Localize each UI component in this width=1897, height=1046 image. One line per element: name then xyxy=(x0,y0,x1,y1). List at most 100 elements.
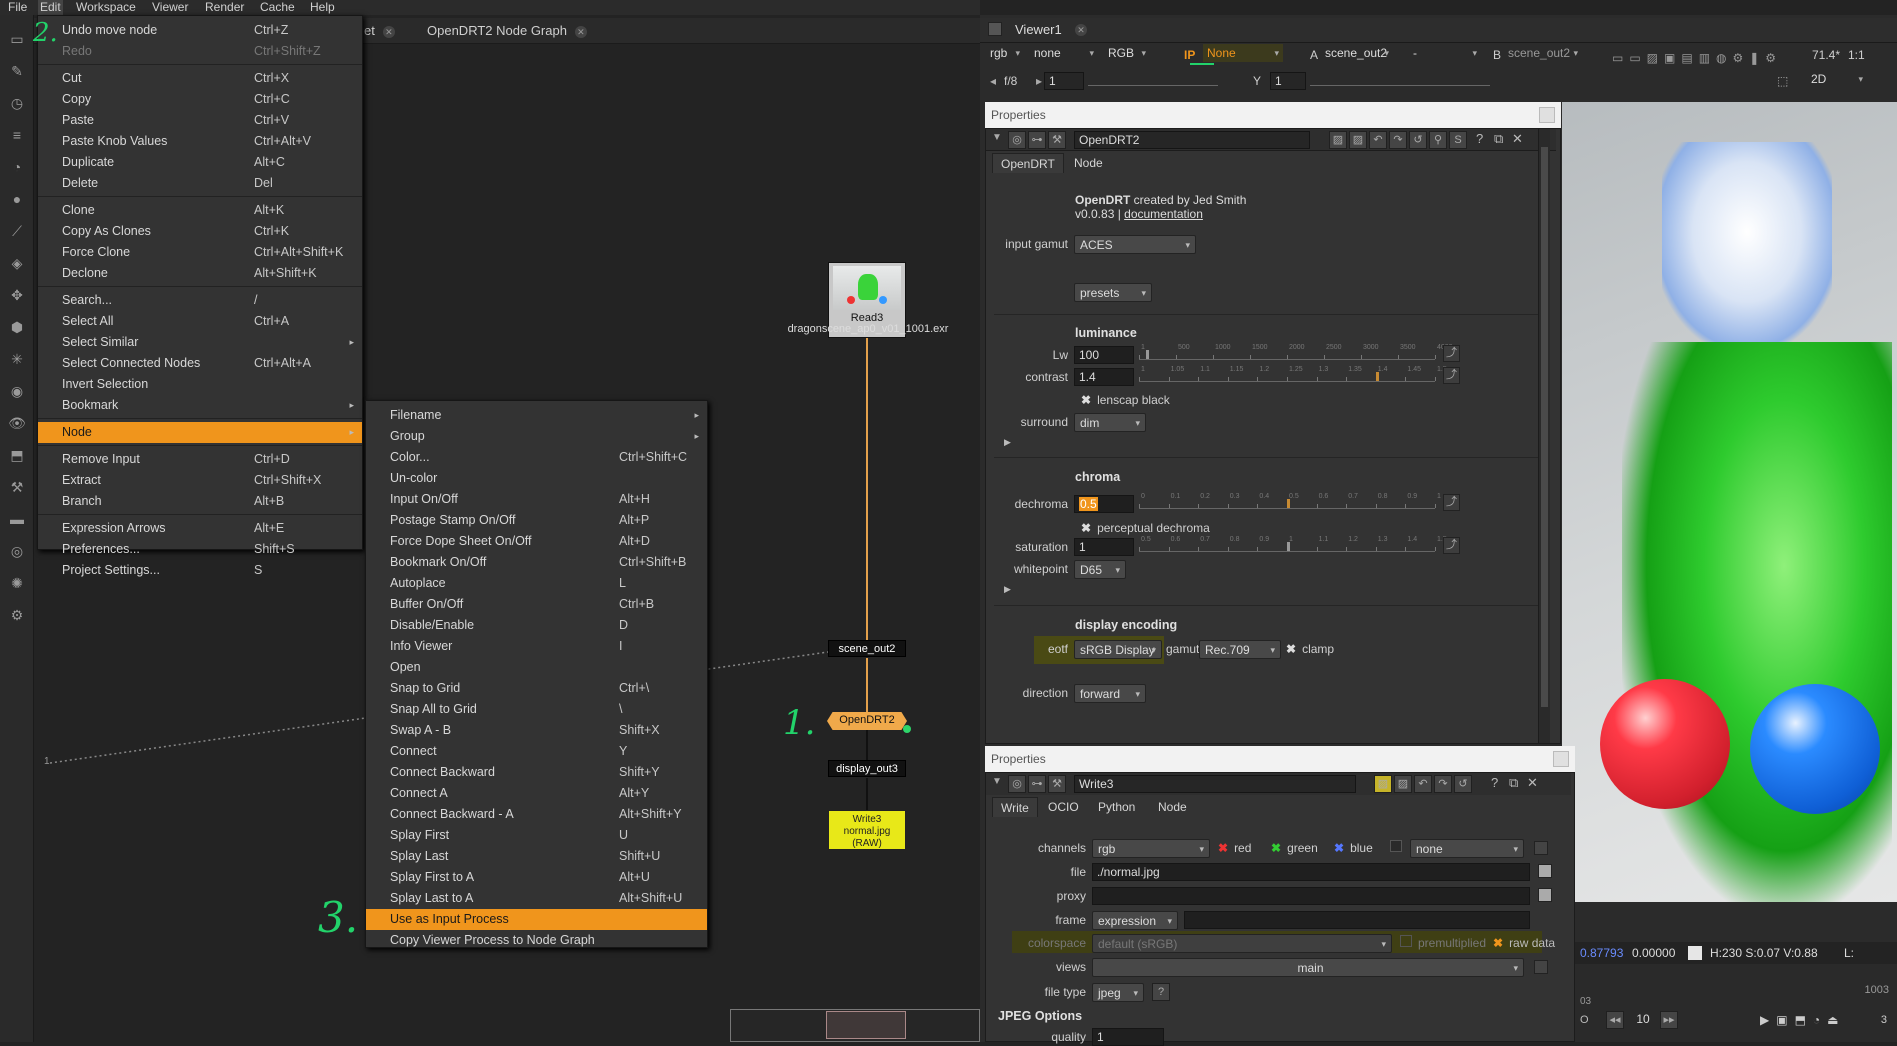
menu-item-select-connected-nodes[interactable]: Select Connected Nodes Ctrl+Alt+A xyxy=(38,353,362,374)
viewer-icon[interactable]: ◎ xyxy=(1008,131,1026,149)
menu-item-buffer-on-off[interactable]: Buffer On/Off Ctrl+B xyxy=(366,594,707,615)
menu-item-select-similar[interactable]: Select Similar ▸ xyxy=(38,332,362,353)
input-gamut-dropdown[interactable]: ACES xyxy=(1074,235,1196,254)
tab-previous[interactable]: et ✕ xyxy=(364,22,395,42)
curve-icon[interactable]: ⤴ xyxy=(1443,494,1460,511)
collapse-icon[interactable]: ▼ xyxy=(992,776,1002,787)
curve-icon[interactable]: ⤴ xyxy=(1443,367,1460,384)
pane-menu-icon[interactable] xyxy=(988,22,1002,36)
tab-node[interactable]: Node xyxy=(1066,153,1111,173)
menu-item-clone[interactable]: Clone Alt+K xyxy=(38,200,362,221)
menu-item-branch[interactable]: Branch Alt+B xyxy=(38,491,362,512)
color-icon[interactable]: ▨ xyxy=(1329,131,1347,149)
wrench-icon[interactable]: ⚒ xyxy=(1048,775,1066,793)
color-nodes-icon[interactable]: ◔ xyxy=(8,158,26,176)
premultiplied-checkbox[interactable] xyxy=(1400,935,1412,947)
script-icon[interactable]: S xyxy=(1449,131,1467,149)
dechroma-field[interactable]: 0.5 xyxy=(1074,495,1134,513)
playback-option-icons[interactable]: ▶▣⬒◔⏏ xyxy=(1760,1013,1846,1027)
gizmo-nodes-icon[interactable]: ✺ xyxy=(8,574,26,592)
expand-icon[interactable]: ▶ xyxy=(1004,584,1011,595)
views-dropdown[interactable]: main xyxy=(1092,958,1524,977)
transform-nodes-icon[interactable]: ✥ xyxy=(8,286,26,304)
pin-icon[interactable]: ⚲ xyxy=(1429,131,1447,149)
display-dropdown[interactable]: RGB xyxy=(1104,44,1150,62)
step-forward-icon[interactable]: ▸▸ xyxy=(1660,1011,1678,1029)
menu-item-swap-a-b[interactable]: Swap A - B Shift+X xyxy=(366,720,707,741)
menu-item-connect-a[interactable]: Connect A Alt+Y xyxy=(366,783,707,804)
saturation-field[interactable]: 1 xyxy=(1074,538,1134,556)
draw-nodes-icon[interactable]: ✎ xyxy=(8,62,26,80)
float-icon[interactable]: ⧉ xyxy=(1494,131,1503,147)
extra-channel-checkbox[interactable] xyxy=(1390,840,1402,852)
write-node[interactable]: Write3 normal.jpg (RAW) xyxy=(828,810,906,850)
menu-item-copy-viewer-process-to-node-graph[interactable]: Copy Viewer Process to Node Graph xyxy=(366,930,707,951)
file-type-dropdown[interactable]: jpeg xyxy=(1092,983,1144,1002)
extra-channel-dropdown[interactable]: none xyxy=(1410,839,1524,858)
slider-handle[interactable] xyxy=(1146,350,1150,359)
float-icon[interactable]: ⧉ xyxy=(1509,775,1518,791)
merge-nodes-icon[interactable]: ◈ xyxy=(8,254,26,272)
menu-item-autoplace[interactable]: Autoplace L xyxy=(366,573,707,594)
ab-op-dropdown[interactable]: - xyxy=(1409,44,1481,62)
close-icon[interactable]: ✕ xyxy=(1512,131,1523,147)
menu-item-force-dope-sheet-on-off[interactable]: Force Dope Sheet On/Off Alt+D xyxy=(366,531,707,552)
slider-handle[interactable] xyxy=(1287,542,1290,551)
menu-item-delete[interactable]: Delete Del xyxy=(38,173,362,194)
undo-icon[interactable]: ↶ xyxy=(1414,775,1432,793)
menu-item-expression-arrows[interactable]: Expression Arrows Alt+E xyxy=(38,518,362,539)
menu-help[interactable]: Help xyxy=(308,0,337,15)
menu-item-group[interactable]: Group ▸ xyxy=(366,426,707,447)
documentation-link[interactable]: documentation xyxy=(1124,207,1203,221)
opendrt-node[interactable]: OpenDRT2 xyxy=(827,712,907,730)
proxy-field[interactable] xyxy=(1092,887,1530,905)
undo-icon[interactable]: ↶ xyxy=(1369,131,1387,149)
menu-workspace[interactable]: Workspace xyxy=(74,0,138,15)
redo-icon[interactable]: ↷ xyxy=(1389,131,1407,149)
revert-icon[interactable]: ↺ xyxy=(1454,775,1472,793)
presets-dropdown[interactable]: presets xyxy=(1074,283,1152,302)
close-icon[interactable] xyxy=(1553,751,1569,767)
tab-node[interactable]: Node xyxy=(1150,797,1195,817)
input-process-dropdown[interactable]: None xyxy=(1203,44,1283,62)
ratio-value[interactable]: 1:1 xyxy=(1848,44,1865,66)
raw-data-checkbox[interactable]: ✖ raw data xyxy=(1493,936,1555,950)
tab-ocio[interactable]: OCIO xyxy=(1040,797,1087,817)
menu-item-project-settings[interactable]: Project Settings... S xyxy=(38,560,362,581)
filter-nodes-icon[interactable]: ● xyxy=(8,190,26,208)
file-field[interactable]: ./normal.jpg xyxy=(1092,863,1530,881)
menu-item-copy-as-clones[interactable]: Copy As Clones Ctrl+K xyxy=(38,221,362,242)
close-icon[interactable]: ✕ xyxy=(1527,775,1538,791)
other-nodes-icon[interactable]: ▬ xyxy=(8,510,26,528)
menu-item-declone[interactable]: Declone Alt+Shift+K xyxy=(38,263,362,284)
tab-opendrt-node-graph[interactable]: OpenDRT2 Node Graph ✕ xyxy=(427,22,587,42)
graph-minimap[interactable] xyxy=(730,1009,980,1042)
gain-field[interactable]: 1 xyxy=(1044,72,1084,90)
contrast-field[interactable]: 1.4 xyxy=(1074,368,1134,386)
curve-icon[interactable]: ⤴ xyxy=(1443,537,1460,554)
direction-dropdown[interactable]: forward xyxy=(1074,684,1146,703)
menu-item-invert-selection[interactable]: Invert Selection xyxy=(38,374,362,395)
zoom-value[interactable]: 71.4* xyxy=(1812,44,1840,66)
menu-item-splay-last-to-a[interactable]: Splay Last to A Alt+Shift+U xyxy=(366,888,707,909)
node-name-field[interactable]: Write3 xyxy=(1074,775,1356,793)
lenscap-black-checkbox[interactable]: ✖ lenscap black xyxy=(1081,393,1170,407)
furnace-nodes-icon[interactable]: ◎ xyxy=(8,542,26,560)
wrench-icon[interactable]: ⚒ xyxy=(1048,131,1066,149)
tab-viewer1[interactable]: Viewer1 xyxy=(1015,22,1062,37)
gain-slider[interactable] xyxy=(1088,72,1218,86)
viewer-tool-icons[interactable]: ▭▭▨▣▤▥◍⚙❚⚙ xyxy=(1612,47,1782,69)
color2-icon[interactable]: ▨ xyxy=(1394,775,1412,793)
color-icon[interactable]: ▨ xyxy=(1374,775,1392,793)
fstop-value[interactable]: f/8 xyxy=(1004,70,1017,92)
menu-item-connect-backward-a[interactable]: Connect Backward - A Alt+Shift+Y xyxy=(366,804,707,825)
slider-handle[interactable] xyxy=(1287,499,1290,508)
viewer-image[interactable] xyxy=(1562,102,1897,902)
tab-opendrt[interactable]: OpenDRT xyxy=(992,153,1064,173)
close-icon[interactable] xyxy=(1539,107,1555,123)
menu-item-preferences[interactable]: Preferences... Shift+S xyxy=(38,539,362,560)
red-checkbox[interactable]: ✖ red xyxy=(1218,841,1251,855)
channel-nodes-icon[interactable]: ≡ xyxy=(8,126,26,144)
deep-nodes-icon[interactable]: ◉ xyxy=(8,382,26,400)
menu-item-snap-to-grid[interactable]: Snap to Grid Ctrl+\ xyxy=(366,678,707,699)
